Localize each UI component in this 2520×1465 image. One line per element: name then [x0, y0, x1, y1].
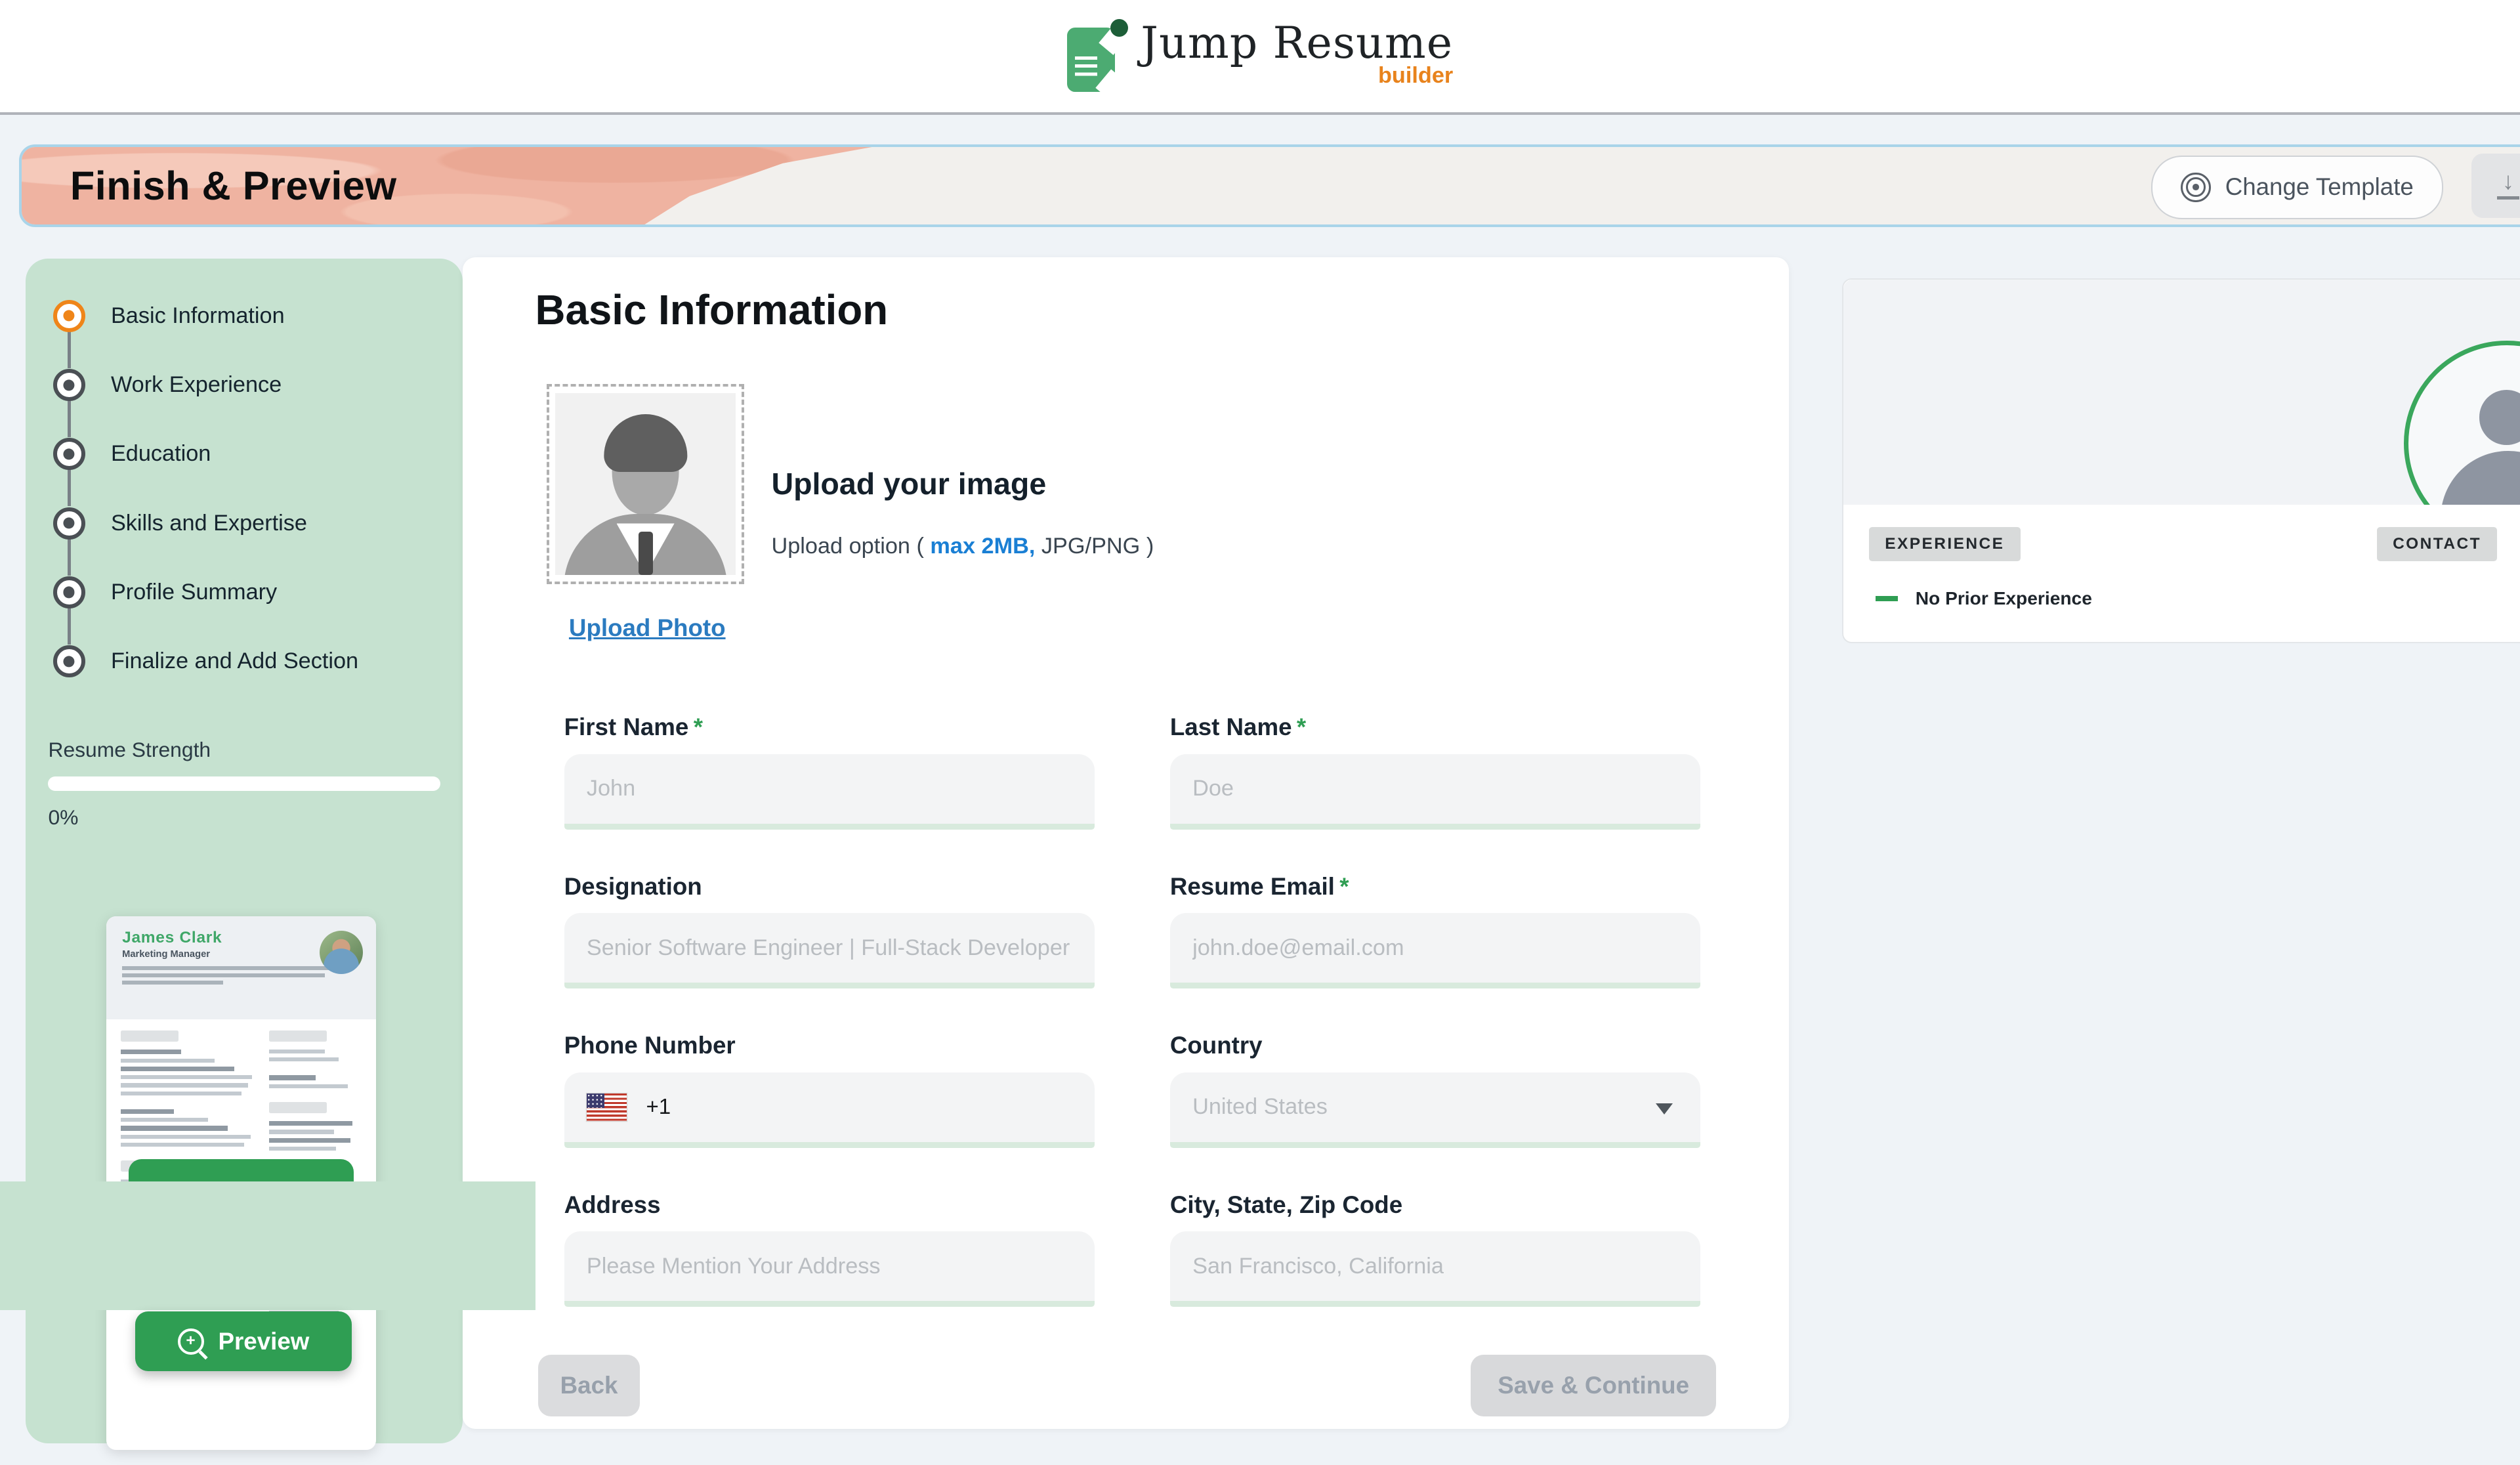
back-button[interactable]: Back [538, 1355, 639, 1416]
phone-input-wrapper [564, 1072, 1095, 1148]
us-flag-icon [587, 1093, 627, 1121]
country-selected-value: United States [1192, 1094, 1328, 1120]
sidebar-step-basic-information[interactable]: Basic Information [26, 282, 463, 350]
preview-panel-header [1843, 280, 2520, 505]
first-name-label: First Name* [564, 713, 1095, 741]
change-template-label: Change Template [2225, 173, 2414, 201]
experience-empty-row: No Prior Experience [1876, 588, 2520, 609]
sidebar-step-profile-summary[interactable]: Profile Summary [26, 558, 463, 627]
thumbnail-header: James Clark Marketing Manager [106, 916, 376, 1019]
step-radio-icon [53, 507, 85, 540]
page-title: Finish & Preview [70, 163, 397, 209]
basic-information-form: Basic Information Upload your image Uplo… [463, 257, 1788, 1429]
last-name-input[interactable] [1170, 754, 1700, 830]
country-select[interactable]: United States [1170, 1072, 1700, 1148]
chevron-down-icon [1656, 1103, 1673, 1115]
designation-field-group: Designation [564, 873, 1095, 989]
upload-title: Upload your image [772, 466, 1047, 501]
city-input[interactable] [1170, 1231, 1700, 1307]
preview-button-label: Preview [219, 1328, 310, 1355]
designation-input[interactable] [564, 913, 1095, 988]
step-radio-icon [53, 576, 85, 608]
sidebar-green-band [0, 1181, 536, 1310]
sidebar-step-education[interactable]: Education [26, 419, 463, 488]
city-field-group: City, State, Zip Code [1170, 1191, 1700, 1307]
brand-logo: Jump Resume builder [1067, 19, 1453, 93]
phone-field-group: Phone Number [564, 1032, 1095, 1148]
designation-label: Designation [564, 873, 1095, 901]
avatar-circle [2404, 341, 2520, 505]
resume-strength: Resume Strength 0% [48, 738, 440, 830]
experience-section-chip: EXPERIENCE [1869, 527, 2021, 561]
resume-email-label: Resume Email* [1170, 873, 1700, 901]
change-template-button[interactable]: Change Template [2151, 156, 2443, 219]
download-icon [2495, 172, 2520, 200]
address-input[interactable] [564, 1231, 1095, 1307]
logo-document-icon [1067, 19, 1125, 93]
experience-empty-text: No Prior Experience [1916, 588, 2092, 609]
preview-button[interactable]: Preview [135, 1311, 352, 1371]
preview-section-chips: EXPERIENCE CONTACT [1843, 527, 2520, 559]
brand-name: Jump Resume [1141, 18, 1453, 68]
resume-email-input[interactable] [1170, 913, 1700, 988]
address-field-group: Address [564, 1191, 1095, 1307]
sidebar-step-work-experience[interactable]: Work Experience [26, 350, 463, 419]
step-radio-icon [53, 438, 85, 470]
form-heading: Basic Information [536, 286, 889, 334]
resume-email-field-group: Resume Email* [1170, 873, 1700, 989]
step-radio-icon [53, 645, 85, 677]
upload-hint: Upload option ( max 2MB, JPG/PNG ) [772, 534, 1154, 559]
resume-strength-label: Resume Strength [48, 738, 440, 762]
upload-hint-highlight: max 2MB, [930, 534, 1035, 559]
country-field-group: Country United States [1170, 1032, 1700, 1148]
resume-builder-app: Jump Resume builder Finish & Preview Cha… [0, 0, 2520, 1465]
phone-input[interactable] [643, 1093, 1072, 1121]
person-silhouette-icon [555, 393, 735, 575]
phone-label: Phone Number [564, 1032, 1095, 1059]
first-name-input[interactable] [564, 754, 1095, 830]
sidebar-step-skills[interactable]: Skills and Expertise [26, 488, 463, 557]
resume-strength-value: 0% [48, 805, 440, 830]
green-dash-icon [1876, 596, 1898, 601]
image-dropzone[interactable] [547, 384, 745, 584]
contact-section-chip: CONTACT [2377, 527, 2498, 561]
page-title-bar: Finish & Preview Change Template [19, 144, 2520, 227]
step-radio-icon [53, 300, 85, 332]
download-button[interactable] [2471, 154, 2520, 218]
city-label: City, State, Zip Code [1170, 1191, 1700, 1219]
upload-photo-link[interactable]: Upload Photo [569, 614, 726, 642]
app-header: Jump Resume builder [0, 0, 2520, 115]
sidebar-step-finalize[interactable]: Finalize and Add Section [26, 627, 463, 696]
resume-preview-panel: EXPERIENCE CONTACT No Prior Experience [1842, 278, 2520, 643]
last-name-label: Last Name* [1170, 713, 1700, 741]
country-label: Country [1170, 1032, 1700, 1059]
thumbnail-footer-band [129, 1159, 354, 1185]
first-name-field-group: First Name* [564, 713, 1095, 830]
target-icon [2181, 173, 2210, 202]
save-continue-button[interactable]: Save & Continue [1471, 1355, 1717, 1416]
step-list: Basic Information Work Experience Educat… [26, 259, 463, 696]
resume-strength-progressbar [48, 776, 440, 791]
step-radio-icon [53, 369, 85, 401]
last-name-field-group: Last Name* [1170, 713, 1700, 830]
zoom-in-icon [178, 1328, 204, 1355]
address-label: Address [564, 1191, 1095, 1219]
